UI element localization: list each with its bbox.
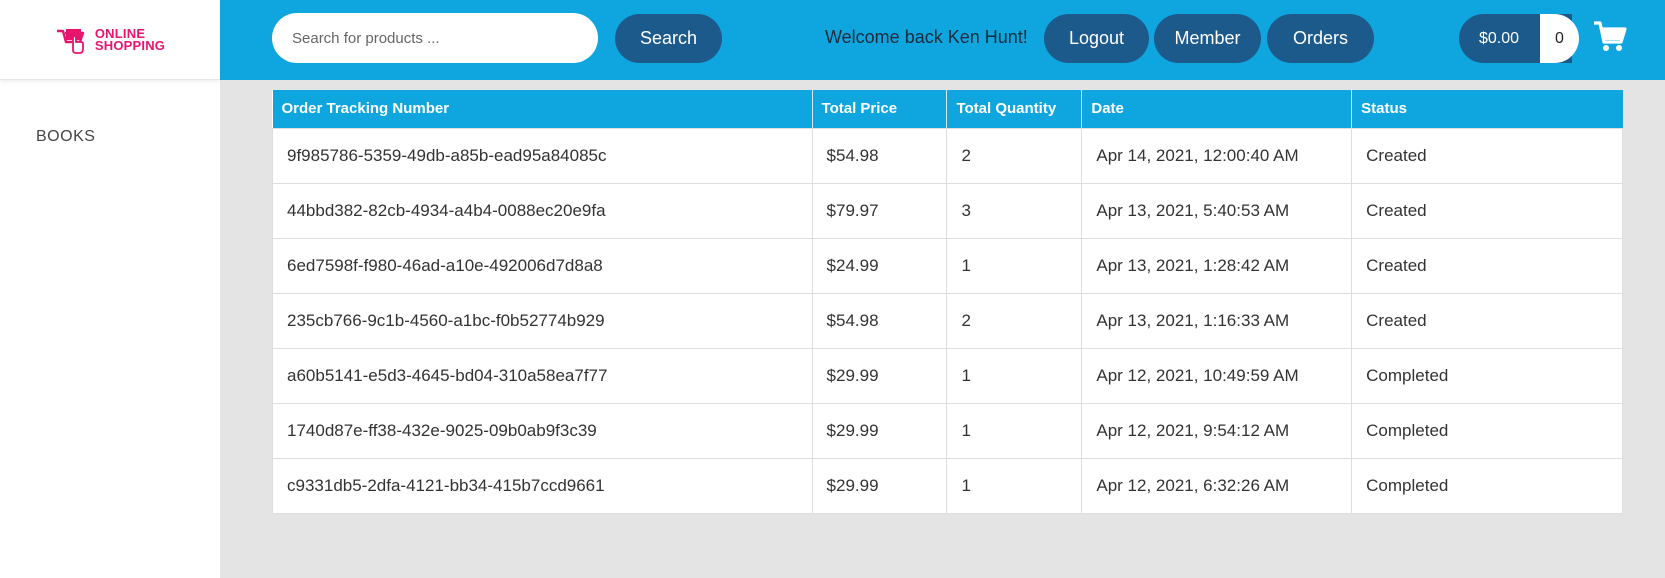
table-row: 6ed7598f-f980-46ad-a10e-492006d7d8a8 $24… <box>272 237 1623 293</box>
total-price-cell: $54.98 <box>812 127 948 183</box>
total-quantity-cell: 3 <box>946 182 1083 238</box>
cart-quantity: 0 <box>1540 14 1579 63</box>
sidebar-menu: BOOKS <box>0 80 220 146</box>
tracking-number-cell: a60b5141-e5d3-4645-bd04-310a58ea7f77 <box>272 347 813 403</box>
sidebar-item-books[interactable]: BOOKS <box>36 128 220 146</box>
column-header-tracking-number: Order Tracking Number <box>272 90 813 128</box>
status-cell: Created <box>1351 292 1623 348</box>
table-header: Order Tracking Number Total Price Total … <box>272 90 1623 128</box>
table-body: 9f985786-5359-49db-a85b-ead95a84085c $54… <box>272 127 1623 514</box>
shopping-cart-hand-icon <box>56 28 85 54</box>
date-cell: Apr 12, 2021, 10:49:59 AM <box>1081 347 1353 403</box>
table-row: a60b5141-e5d3-4645-bd04-310a58ea7f77 $29… <box>272 347 1623 403</box>
logo-container: ONLINE SHOPPING <box>0 0 220 80</box>
total-quantity-cell: 1 <box>946 457 1083 514</box>
welcome-message: Welcome back Ken Hunt! <box>825 27 1028 47</box>
total-price-cell: $79.97 <box>812 182 948 238</box>
orders-button[interactable]: Orders <box>1267 14 1374 63</box>
search-input[interactable] <box>272 13 598 63</box>
date-cell: Apr 13, 2021, 1:16:33 AM <box>1081 292 1353 348</box>
total-price-cell: $29.99 <box>812 457 948 514</box>
date-cell: Apr 13, 2021, 1:28:42 AM <box>1081 237 1353 293</box>
tracking-number-cell: 235cb766-9c1b-4560-a1bc-f0b52774b929 <box>272 292 813 348</box>
table-row: 44bbd382-82cb-4934-a4b4-0088ec20e9fa $79… <box>272 182 1623 238</box>
order-history-table: Order Tracking Number Total Price Total … <box>272 90 1623 514</box>
status-cell: Created <box>1351 237 1623 293</box>
tracking-number-cell: 44bbd382-82cb-4934-a4b4-0088ec20e9fa <box>272 182 813 238</box>
total-quantity-cell: 1 <box>946 402 1083 458</box>
member-button[interactable]: Member <box>1154 14 1261 63</box>
date-cell: Apr 14, 2021, 12:00:40 AM <box>1081 127 1353 183</box>
tracking-number-cell: c9331db5-2dfa-4121-bb34-415b7ccd9661 <box>272 457 813 514</box>
total-quantity-cell: 1 <box>946 237 1083 293</box>
shopping-cart-icon[interactable] <box>1593 20 1627 54</box>
column-header-status: Status <box>1351 90 1623 128</box>
logout-button[interactable]: Logout <box>1044 14 1149 63</box>
column-header-total-quantity: Total Quantity <box>946 90 1083 128</box>
table-row: 9f985786-5359-49db-a85b-ead95a84085c $54… <box>272 127 1623 183</box>
tracking-number-cell: 1740d87e-ff38-432e-9025-09b0ab9f3c39 <box>272 402 813 458</box>
total-price-cell: $29.99 <box>812 347 948 403</box>
sidebar: ONLINE SHOPPING BOOKS <box>0 0 220 578</box>
status-cell: Completed <box>1351 457 1623 514</box>
logo-line-2: SHOPPING <box>94 37 166 53</box>
status-cell: Created <box>1351 182 1623 238</box>
tracking-number-cell: 6ed7598f-f980-46ad-a10e-492006d7d8a8 <box>272 237 813 293</box>
total-quantity-cell: 1 <box>946 347 1083 403</box>
total-quantity-cell: 2 <box>946 127 1083 183</box>
brand-logo[interactable]: ONLINE SHOPPING <box>55 25 165 55</box>
logo-text: ONLINE SHOPPING <box>94 27 166 53</box>
total-price-cell: $54.98 <box>812 292 948 348</box>
tracking-number-cell: 9f985786-5359-49db-a85b-ead95a84085c <box>272 127 813 183</box>
header-row: Order Tracking Number Total Price Total … <box>272 90 1623 128</box>
total-price-cell: $29.99 <box>812 402 948 458</box>
total-price-cell: $24.99 <box>812 237 948 293</box>
column-header-date: Date <box>1081 90 1353 128</box>
table-row: 1740d87e-ff38-432e-9025-09b0ab9f3c39 $29… <box>272 402 1623 458</box>
date-cell: Apr 12, 2021, 9:54:12 AM <box>1081 402 1353 458</box>
column-header-total-price: Total Price <box>812 90 948 128</box>
date-cell: Apr 13, 2021, 5:40:53 AM <box>1081 182 1353 238</box>
date-cell: Apr 12, 2021, 6:32:26 AM <box>1081 457 1353 514</box>
status-cell: Created <box>1351 127 1623 183</box>
top-header: Search Welcome back Ken Hunt! Logout Mem… <box>220 0 1665 80</box>
table-row: 235cb766-9c1b-4560-a1bc-f0b52774b929 $54… <box>272 292 1623 348</box>
table-row: c9331db5-2dfa-4121-bb34-415b7ccd9661 $29… <box>272 457 1623 514</box>
total-quantity-cell: 2 <box>946 292 1083 348</box>
status-cell: Completed <box>1351 347 1623 403</box>
search-button[interactable]: Search <box>615 14 722 63</box>
status-cell: Completed <box>1351 402 1623 458</box>
